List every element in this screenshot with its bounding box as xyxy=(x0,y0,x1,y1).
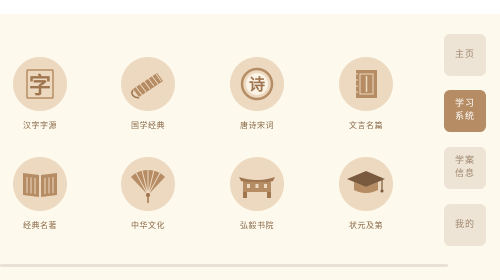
sidebar-item-study-info[interactable]: 学案 信息 xyxy=(444,147,486,189)
bamboo-scroll-icon xyxy=(121,57,175,111)
grid-item-label: 中华文化 xyxy=(131,221,165,230)
folding-fan-icon xyxy=(121,157,175,211)
classical-book-icon xyxy=(339,57,393,111)
grid-item-tang-poems[interactable]: 诗 唐诗宋词 xyxy=(220,57,294,149)
poem-seal-icon: 诗 xyxy=(230,57,284,111)
graduation-cap-icon xyxy=(339,157,393,211)
sidebar-item-home[interactable]: 主页 xyxy=(444,34,486,76)
character-zi-icon: 字 xyxy=(13,57,67,111)
grid-item-label: 状元及第 xyxy=(349,221,383,230)
grid-item-classical-essays[interactable]: 文言名篇 xyxy=(329,57,403,149)
academy-gate-icon xyxy=(230,157,284,211)
grid-item-label: 国学经典 xyxy=(131,121,165,130)
grid-item-label: 汉字字源 xyxy=(23,121,57,130)
sidebar-item-learning-system[interactable]: 学习 系统 xyxy=(444,90,486,132)
grid-item-label: 弘毅书院 xyxy=(240,221,274,230)
grid-item-hanzi-origin[interactable]: 字 汉字字源 xyxy=(3,57,77,149)
svg-text:诗: 诗 xyxy=(249,75,265,94)
open-book-icon xyxy=(13,157,67,211)
grid-item-label: 文言名篇 xyxy=(349,121,383,130)
grid-item-label: 经典名著 xyxy=(23,221,57,230)
grid-item-guoxue-classics[interactable]: 国学经典 xyxy=(111,57,185,149)
grid-item-top-scholar[interactable]: 状元及第 xyxy=(329,157,403,249)
sidebar-item-mine[interactable]: 我的 xyxy=(444,204,486,246)
grid-item-label: 唐诗宋词 xyxy=(240,121,274,130)
scroll-indicator xyxy=(0,264,448,267)
grid-item-chinese-culture[interactable]: 中华文化 xyxy=(111,157,185,249)
svg-text:字: 字 xyxy=(29,73,51,99)
grid-item-hongyi-academy[interactable]: 弘毅书院 xyxy=(220,157,294,249)
status-bar xyxy=(0,0,500,14)
grid-item-classic-masterpieces[interactable]: 经典名著 xyxy=(3,157,77,249)
